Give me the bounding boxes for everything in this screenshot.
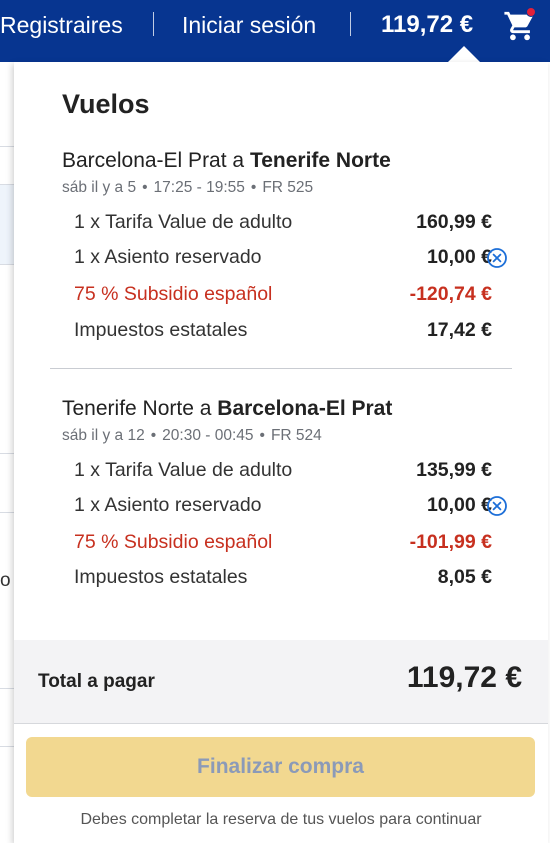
segment-date: sáb il y a 5 — [62, 179, 137, 196]
remove-circle-icon[interactable] — [486, 247, 508, 269]
line-amount: 10,00 € — [426, 246, 492, 268]
cart-notification-dot — [526, 7, 536, 17]
background-divider — [0, 184, 14, 185]
tax-line: Impuestos estatales 17,42 € — [74, 319, 492, 345]
segment-origin: Barcelona-El Prat — [62, 149, 227, 172]
line-amount: -101,99 € — [409, 531, 492, 553]
checkout-note: Debes completar la reserva de tus vuelos… — [80, 811, 482, 828]
discount-line: 75 % Subsidio español -101,99 € — [74, 531, 492, 557]
line-amount: 17,42 € — [426, 319, 492, 341]
register-link[interactable]: Registraires — [0, 0, 123, 50]
line-amount: 10,00 € — [426, 494, 492, 516]
line-label: 75 % Subsidio español — [74, 283, 273, 305]
background-divider — [0, 746, 14, 747]
line-label: 75 % Subsidio español — [74, 531, 273, 553]
background-divider — [0, 688, 14, 689]
line-amount: 135,99 € — [416, 459, 492, 481]
segment-flight-number: FR 524 — [270, 427, 322, 444]
nav-separator — [153, 12, 154, 36]
segment-times: 17:25 - 19:55 — [153, 179, 245, 196]
line-amount: 160,99 € — [416, 211, 492, 233]
cart-total[interactable]: 119,72 € — [381, 0, 473, 50]
line-label: 1 x Tarifa Value de adulto — [74, 459, 293, 481]
line-amount: -120,74 € — [409, 283, 492, 305]
background-divider — [0, 453, 14, 454]
background-card-fragment — [0, 184, 14, 264]
line-amount: 8,05 € — [437, 566, 492, 588]
login-link[interactable]: Iniciar sesión — [182, 0, 316, 50]
segment-flight-number: FR 525 — [262, 179, 314, 196]
segment-times: 20:30 - 00:45 — [162, 427, 254, 444]
segment-connector: a — [199, 397, 212, 420]
flights-heading: Vuelos — [62, 89, 150, 119]
segment-meta: sáb il y a 12 • 20:30 - 00:45 • FR 524 — [62, 427, 322, 444]
checkout-button[interactable]: Finalizar compra — [26, 737, 535, 797]
fare-line: 1 x Tarifa Value de adulto 160,99 € — [74, 211, 492, 237]
total-section: Total a pagar 119,72 € — [14, 640, 548, 724]
segment-divider — [50, 368, 512, 369]
segment-destination: Tenerife Norte — [249, 149, 391, 172]
background-text-fragment: o — [0, 570, 11, 591]
line-label: Impuestos estatales — [74, 319, 248, 341]
segment-title: Barcelona-El Prat a Tenerife Norte — [62, 149, 391, 173]
total-label: Total a pagar — [38, 671, 155, 692]
segment-title: Tenerife Norte a Barcelona-El Prat — [62, 397, 392, 421]
seat-line: 1 x Asiento reservado 10,00 € — [74, 246, 492, 272]
remove-circle-icon[interactable] — [486, 495, 508, 517]
segment-connector: a — [232, 149, 245, 172]
background-divider — [0, 146, 14, 147]
line-label: 1 x Tarifa Value de adulto — [74, 211, 293, 233]
segment-date: sáb il y a 12 — [62, 427, 145, 444]
segment-destination: Barcelona-El Prat — [217, 397, 393, 420]
segment-origin: Tenerife Norte — [62, 397, 194, 420]
fare-line: 1 x Tarifa Value de adulto 135,99 € — [74, 459, 492, 485]
tax-line: Impuestos estatales 8,05 € — [74, 566, 492, 592]
discount-line: 75 % Subsidio español -120,74 € — [74, 283, 492, 309]
background-divider — [0, 512, 14, 513]
popover-caret — [448, 46, 480, 62]
total-amount: 119,72 € — [406, 661, 522, 694]
line-label: Impuestos estatales — [74, 566, 248, 588]
nav-separator — [350, 12, 351, 36]
background-divider — [0, 264, 14, 265]
cart-summary-popover: Vuelos Barcelona-El Prat a Tenerife Nort… — [14, 62, 548, 843]
line-label: 1 x Asiento reservado — [74, 494, 262, 516]
line-label: 1 x Asiento reservado — [74, 246, 262, 268]
seat-line: 1 x Asiento reservado 10,00 € — [74, 494, 492, 520]
segment-meta: sáb il y a 5 • 17:25 - 19:55 • FR 525 — [62, 179, 314, 196]
